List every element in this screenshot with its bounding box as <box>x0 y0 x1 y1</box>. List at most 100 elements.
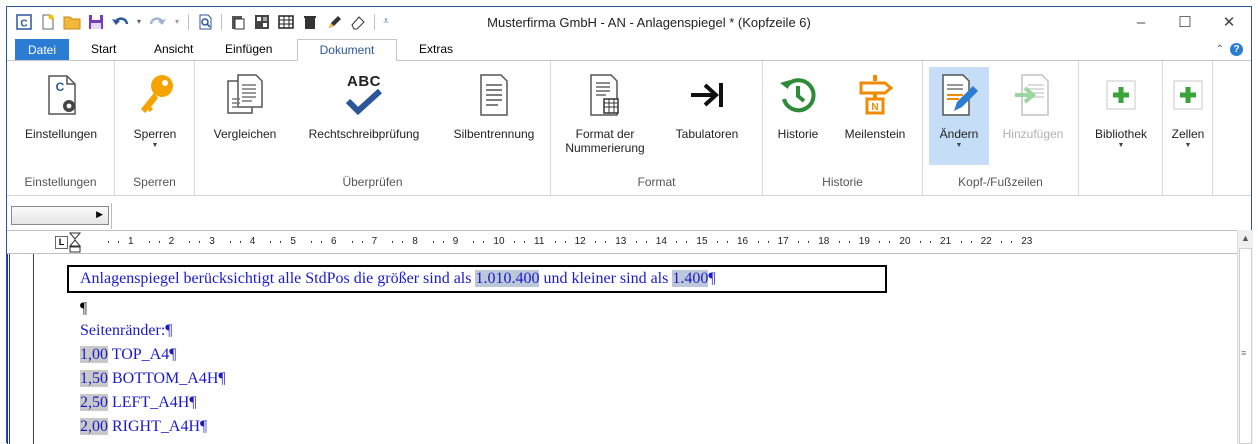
ruler-tick <box>920 241 921 243</box>
maximize-button[interactable]: ☐ <box>1163 9 1207 35</box>
group-format: Format der Nummerierung Tabulatoren Form… <box>551 61 763 196</box>
historie-label: Historie <box>777 127 819 141</box>
group-kopf-fusszeilen: Ändern ▼ Hinzufügen Kopf-/Fußzeilen <box>923 61 1079 196</box>
margin-value[interactable]: 2,50 <box>80 394 108 411</box>
settings-document-icon: C <box>11 67 111 123</box>
silbentrennung-label: Silbentrennung <box>453 127 535 141</box>
ruler-tick <box>351 241 353 243</box>
tab-einfuegen[interactable]: Einfügen <box>213 39 284 61</box>
tab-dokument[interactable]: Dokument <box>297 39 397 61</box>
doc-line-anlagenspiegel[interactable]: Anlagenspiegel berücksichtigt alle StdPo… <box>80 270 716 288</box>
margin-value[interactable]: 1,00 <box>80 346 108 363</box>
meilenstein-button[interactable]: N Meilenstein <box>833 67 917 141</box>
ruler-tick <box>960 241 962 243</box>
numbering-format-icon <box>557 67 653 123</box>
margin-name: TOP_A4¶ <box>108 346 177 363</box>
silbentrennung-button[interactable]: Silbentrennung <box>441 67 547 141</box>
bibliothek-button[interactable]: Bibliothek ▼ <box>1083 67 1159 151</box>
doc-field-value[interactable]: 1.010.400 <box>475 270 540 287</box>
scroll-thumb[interactable] <box>1239 248 1252 444</box>
ruler-number: 10 <box>493 236 505 247</box>
tab-stop-selector[interactable]: L <box>55 236 68 249</box>
doc-line-seitenraender[interactable]: Seitenränder:¶ <box>80 322 173 340</box>
tab-start[interactable]: Start <box>79 39 128 61</box>
ruler-number: 12 <box>574 236 586 247</box>
collapse-ribbon-icon[interactable]: ⌃ <box>1216 44 1224 55</box>
vergleichen-button[interactable]: Vergleichen <box>199 67 291 141</box>
play-arrow-icon: ▶ <box>96 209 103 219</box>
group-sperren: Sperren ▼ Sperren <box>115 61 195 196</box>
ruler-tick <box>605 241 607 243</box>
doc-field-value[interactable]: 1.400 <box>672 270 709 287</box>
tab-ansicht[interactable]: Ansicht <box>142 39 205 61</box>
spellcheck-icon: ABC <box>291 67 437 123</box>
left-margin-marker <box>7 254 10 444</box>
einstellungen-button[interactable]: C Einstellungen <box>11 67 111 141</box>
margin-value[interactable]: 2,00 <box>80 418 108 435</box>
window-controls: – ☐ ✕ <box>1119 9 1251 35</box>
add-cells-icon <box>1165 67 1211 123</box>
hinzufuegen-button[interactable]: Hinzufügen <box>993 67 1073 141</box>
ruler-tick <box>321 241 322 243</box>
help-area: ⌃ ? <box>1216 43 1243 56</box>
ruler-number: 23 <box>1021 236 1033 247</box>
vergleichen-label: Vergleichen <box>213 127 277 141</box>
hyphenation-icon <box>441 67 547 123</box>
title-bar: C ▾ ▾ ⩡ Musterfirma GmbH - AN - Anlagens… <box>7 7 1251 37</box>
ruler-tick <box>432 241 434 243</box>
ruler-number: 20 <box>899 236 911 247</box>
rechtschreibpruefung-button[interactable]: ABC Rechtschreibprüfung <box>291 67 437 141</box>
ruler-tick <box>798 241 800 243</box>
ruler-tick <box>514 241 515 243</box>
secondary-toolbar: ▶ <box>7 203 1251 229</box>
sperren-button[interactable]: Sperren ▼ <box>123 67 187 151</box>
ruler-tick <box>757 241 759 243</box>
historie-button[interactable]: Historie <box>767 67 829 141</box>
vertical-scrollbar[interactable]: ▲ ≡ <box>1237 230 1253 444</box>
tab-datei[interactable]: Datei <box>15 39 70 61</box>
ruler-tick <box>635 241 637 243</box>
meilenstein-label: Meilenstein <box>844 127 906 141</box>
doc-empty-line[interactable]: ¶ <box>80 300 87 318</box>
group-label-kopf-fusszeilen: Kopf-/Fußzeilen <box>958 175 1043 189</box>
ruler-tick <box>676 241 678 243</box>
ruler-tick <box>473 241 475 243</box>
doc-text: und kleiner sind als <box>539 270 673 287</box>
ruler-number: 13 <box>615 236 627 247</box>
ruler-tick <box>1011 241 1013 243</box>
scroll-up-icon[interactable]: ▲ <box>1238 230 1253 246</box>
group-label-ueberpruefen: Überprüfen <box>342 175 403 189</box>
close-button[interactable]: ✕ <box>1207 9 1251 35</box>
ruler-tick <box>148 241 150 243</box>
spellcheck-abc-text: ABC <box>347 73 381 90</box>
tabulatoren-button[interactable]: Tabulatoren <box>659 67 755 141</box>
doc-line-margin[interactable]: 2,50 LEFT_A4H¶ <box>80 394 197 412</box>
tab-extras[interactable]: Extras <box>407 39 465 61</box>
minimize-button[interactable]: – <box>1119 9 1163 35</box>
app-window: C ▾ ▾ ⩡ Musterfirma GmbH - AN - Anlagens… <box>6 6 1253 444</box>
ruler-tick <box>645 241 647 243</box>
ruler-number: 16 <box>737 236 749 247</box>
ruler-tick <box>280 241 282 243</box>
aendern-button[interactable]: Ändern ▼ <box>929 67 989 165</box>
ruler[interactable]: L 1 2 3 4 5 6 7 8 9 10 11 12 13 14 15 16 17 18 19 20 21 22 23 <box>7 230 1251 254</box>
group-historie: Historie N Meilenstein Historie <box>763 61 923 196</box>
doc-line-margin[interactable]: 1,50 BOTTOM_A4H¶ <box>80 370 226 388</box>
zellen-button[interactable]: Zellen ▼ <box>1165 67 1211 151</box>
format-der-nummerierung-button[interactable]: Format der Nummerierung <box>557 67 653 155</box>
toolbar-divider <box>111 203 112 229</box>
help-icon[interactable]: ? <box>1230 43 1243 56</box>
doc-line-margin[interactable]: 1,00 TOP_A4¶ <box>80 346 176 364</box>
chevron-down-icon: ▼ <box>1117 142 1125 149</box>
navigation-dropdown[interactable]: ▶ <box>11 206 109 225</box>
margin-value[interactable]: 1,50 <box>80 370 108 387</box>
ribbon: C Einstellungen Einstellungen Sperren ▼ … <box>7 60 1251 196</box>
chevron-down-icon: ▼ <box>151 142 159 149</box>
doc-line-margin[interactable]: 2,00 RIGHT_A4H¶ <box>80 418 207 436</box>
ruler-tick <box>239 241 241 243</box>
ruler-tick <box>108 241 109 243</box>
ruler-tick <box>564 241 566 243</box>
pilcrow: ¶ <box>708 270 716 287</box>
ruler-tick <box>311 241 312 243</box>
document-area[interactable]: Anlagenspiegel berücksichtigt alle StdPo… <box>7 254 1237 444</box>
